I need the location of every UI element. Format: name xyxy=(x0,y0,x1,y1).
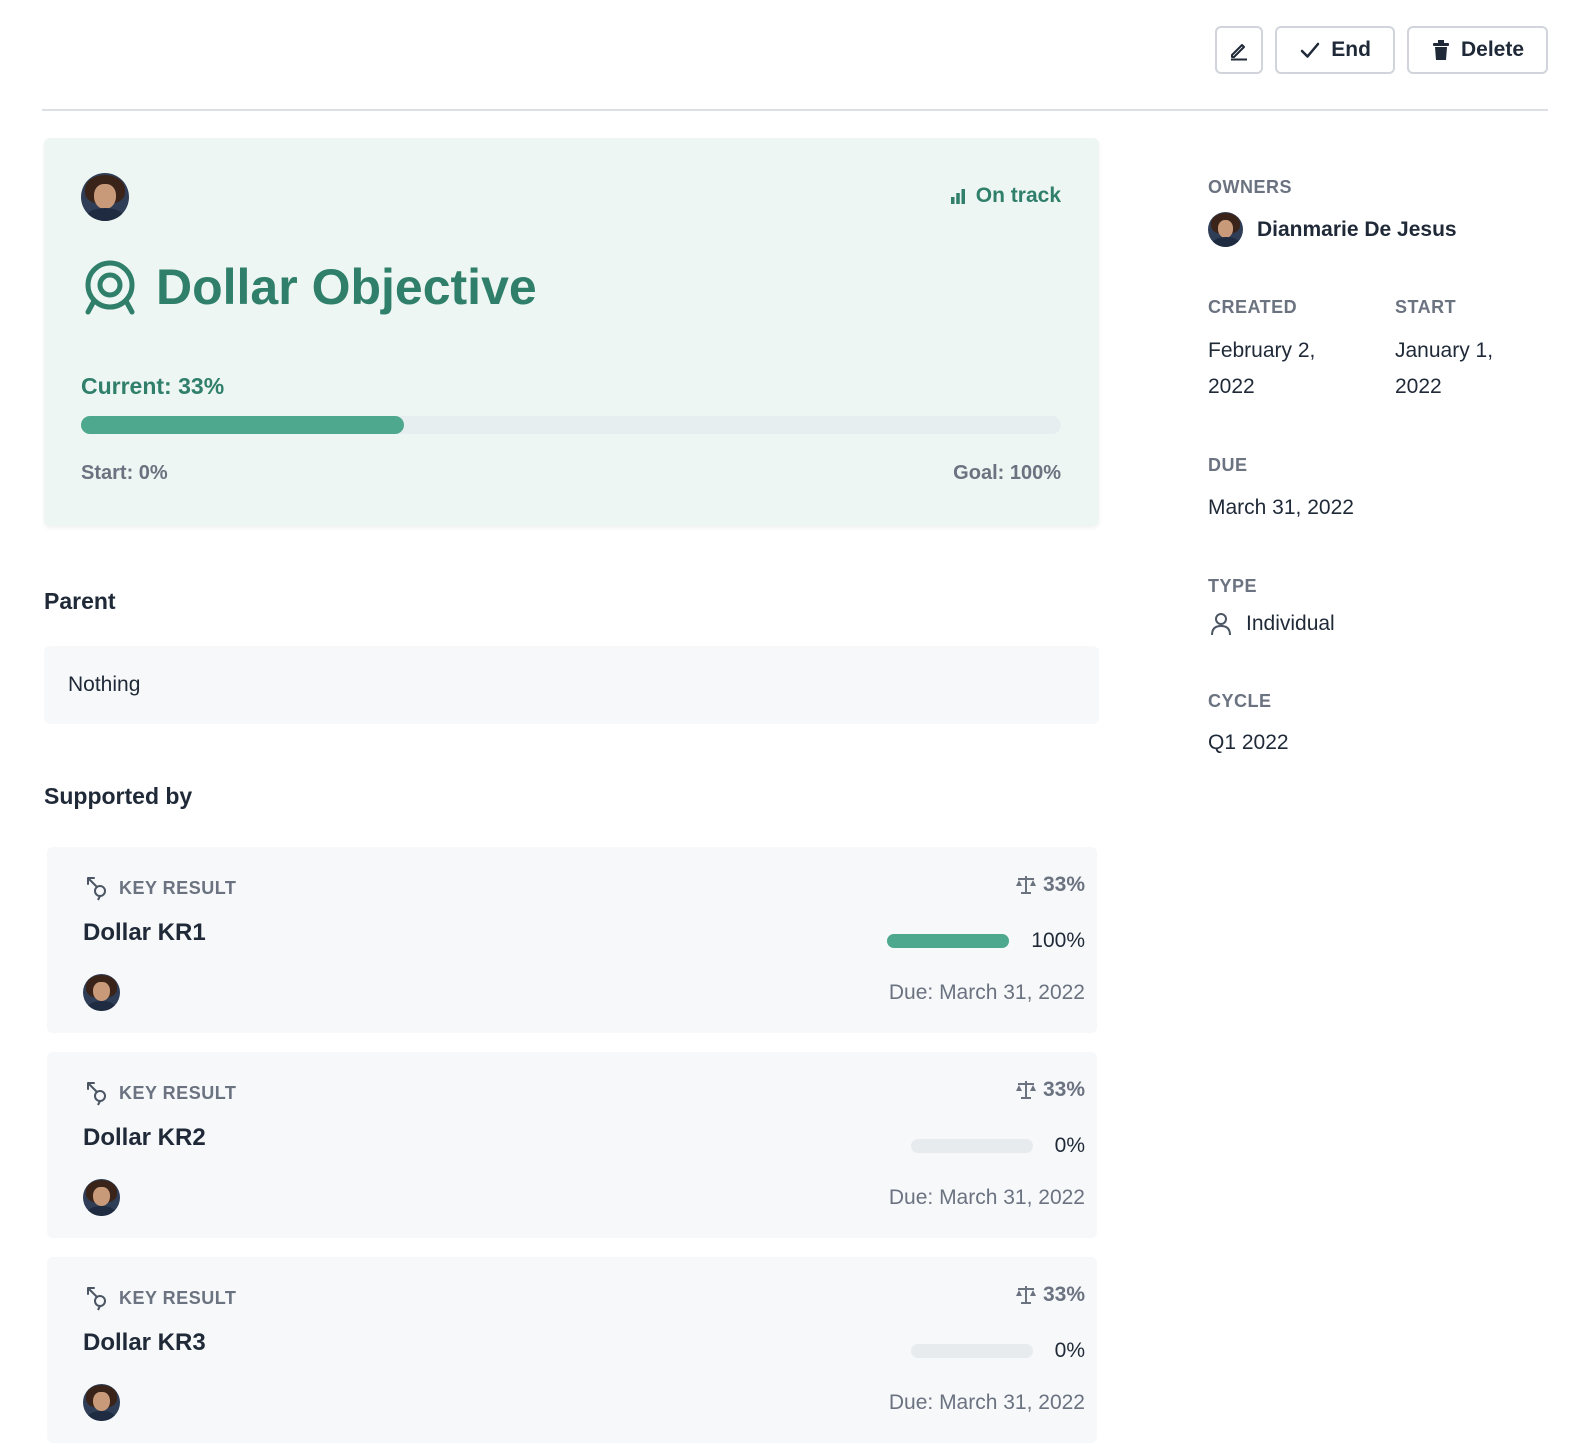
scale-icon xyxy=(1015,1081,1036,1099)
objective-card: On track Dollar Objective Current: 33% S… xyxy=(44,138,1099,526)
key-result-weight-label: 33% xyxy=(1042,873,1085,896)
key-result-tag: KEY RESULT xyxy=(85,1080,236,1106)
objective-title-row: Dollar Objective xyxy=(82,258,537,316)
owner-name: Dianmarie De Jesus xyxy=(1257,217,1457,241)
current-progress-label: Current: 33% xyxy=(81,373,225,399)
key-result-tag-label: KEY RESULT xyxy=(119,877,237,898)
created-value-line1: February 2, xyxy=(1208,339,1316,362)
end-button-label: End xyxy=(1331,38,1371,61)
key-result-tag: KEY RESULT xyxy=(85,875,236,901)
key-result-card[interactable]: KEY RESULT 33% Dollar KR1 100% Due: Marc… xyxy=(47,847,1097,1033)
key-result-tag-label: KEY RESULT xyxy=(119,1287,237,1308)
goal-value-label: Goal: 100% xyxy=(953,462,1061,484)
objective-progress-bar xyxy=(81,416,1061,434)
start-value-label: Start: 0% xyxy=(81,462,168,484)
key-result-progress-label: 100% xyxy=(1031,929,1085,952)
key-result-owner-avatar[interactable] xyxy=(83,1384,120,1421)
key-result-icon xyxy=(87,1082,106,1106)
key-result-card[interactable]: KEY RESULT 33% Dollar KR3 0% Due: March … xyxy=(47,1257,1097,1443)
owner-avatar-small xyxy=(1208,212,1243,247)
type-row: Individual xyxy=(1210,612,1335,636)
type-label: TYPE xyxy=(1208,576,1258,596)
check-icon xyxy=(1301,42,1320,58)
supported-by-heading: Supported by xyxy=(44,783,193,809)
start-value: January 1, 2022 xyxy=(1395,333,1493,405)
due-label: DUE xyxy=(1208,455,1248,475)
start-value-line1: January 1, xyxy=(1395,339,1494,362)
toolbar: End Delete xyxy=(1215,26,1548,74)
key-result-name: Dollar KR3 xyxy=(83,1329,206,1356)
key-result-card[interactable]: KEY RESULT 33% Dollar KR2 0% Due: March … xyxy=(47,1052,1097,1238)
start-value-line2: 2022 xyxy=(1395,375,1442,398)
trash-icon xyxy=(1432,40,1449,60)
key-result-weight-label: 33% xyxy=(1042,1078,1085,1101)
created-value: February 2, 2022 xyxy=(1208,333,1315,405)
scale-icon xyxy=(1015,1286,1036,1304)
key-result-tag-label: KEY RESULT xyxy=(119,1082,237,1103)
pencil-icon xyxy=(1231,44,1248,61)
delete-button-label: Delete xyxy=(1460,38,1524,61)
key-result-weight: 33% xyxy=(1015,1078,1085,1102)
owner-avatar[interactable] xyxy=(81,173,129,221)
key-result-weight: 33% xyxy=(1015,873,1085,897)
key-result-icon xyxy=(87,1287,106,1311)
key-result-progress: 0% xyxy=(910,1134,1085,1158)
cycle-value: Q1 2022 xyxy=(1208,731,1289,754)
target-icon xyxy=(85,260,135,315)
type-value: Individual xyxy=(1246,612,1335,635)
end-button[interactable]: End xyxy=(1275,26,1395,74)
key-result-progress: 100% xyxy=(887,929,1085,953)
key-result-tag: KEY RESULT xyxy=(85,1285,236,1311)
delete-button[interactable]: Delete xyxy=(1406,26,1548,74)
person-icon xyxy=(1211,613,1231,636)
scale-icon xyxy=(1015,876,1036,894)
key-result-due: Due: March 31, 2022 xyxy=(888,1391,1085,1414)
key-result-weight-label: 33% xyxy=(1042,1283,1085,1306)
status-label: On track xyxy=(975,184,1061,207)
key-result-due: Due: March 31, 2022 xyxy=(888,1186,1085,1209)
parent-value: Nothing xyxy=(68,673,141,696)
header-divider xyxy=(42,109,1548,111)
status-badge[interactable]: On track xyxy=(950,184,1061,208)
key-result-progress-bar xyxy=(887,934,1010,948)
parent-heading: Parent xyxy=(44,588,116,614)
key-result-progress-label: 0% xyxy=(1054,1134,1085,1157)
key-result-owner-avatar[interactable] xyxy=(83,1179,120,1216)
key-result-progress-label: 0% xyxy=(1054,1339,1085,1362)
objective-title: Dollar Objective xyxy=(156,259,537,315)
parent-box[interactable]: Nothing xyxy=(44,646,1099,724)
key-result-progress: 0% xyxy=(910,1339,1085,1363)
created-value-line2: 2022 xyxy=(1208,375,1255,398)
key-result-name: Dollar KR2 xyxy=(83,1124,206,1151)
owners-label: OWNERS xyxy=(1208,177,1292,197)
key-result-weight: 33% xyxy=(1015,1283,1085,1307)
start-label: START xyxy=(1395,297,1457,317)
edit-button[interactable] xyxy=(1215,26,1264,74)
signal-bars-icon xyxy=(950,189,965,204)
key-result-due: Due: March 31, 2022 xyxy=(888,981,1085,1004)
owner-row[interactable]: Dianmarie De Jesus xyxy=(1208,212,1457,247)
created-label: CREATED xyxy=(1208,297,1298,317)
objective-progress-fill xyxy=(81,416,405,434)
key-result-name: Dollar KR1 xyxy=(83,919,206,946)
key-result-progress-bar xyxy=(910,1344,1033,1358)
key-result-icon xyxy=(87,877,106,901)
key-result-owner-avatar[interactable] xyxy=(83,974,120,1011)
key-result-progress-fill xyxy=(887,934,1010,948)
key-result-progress-bar xyxy=(910,1139,1033,1153)
due-value: March 31, 2022 xyxy=(1208,496,1354,519)
cycle-label: CYCLE xyxy=(1208,691,1272,711)
